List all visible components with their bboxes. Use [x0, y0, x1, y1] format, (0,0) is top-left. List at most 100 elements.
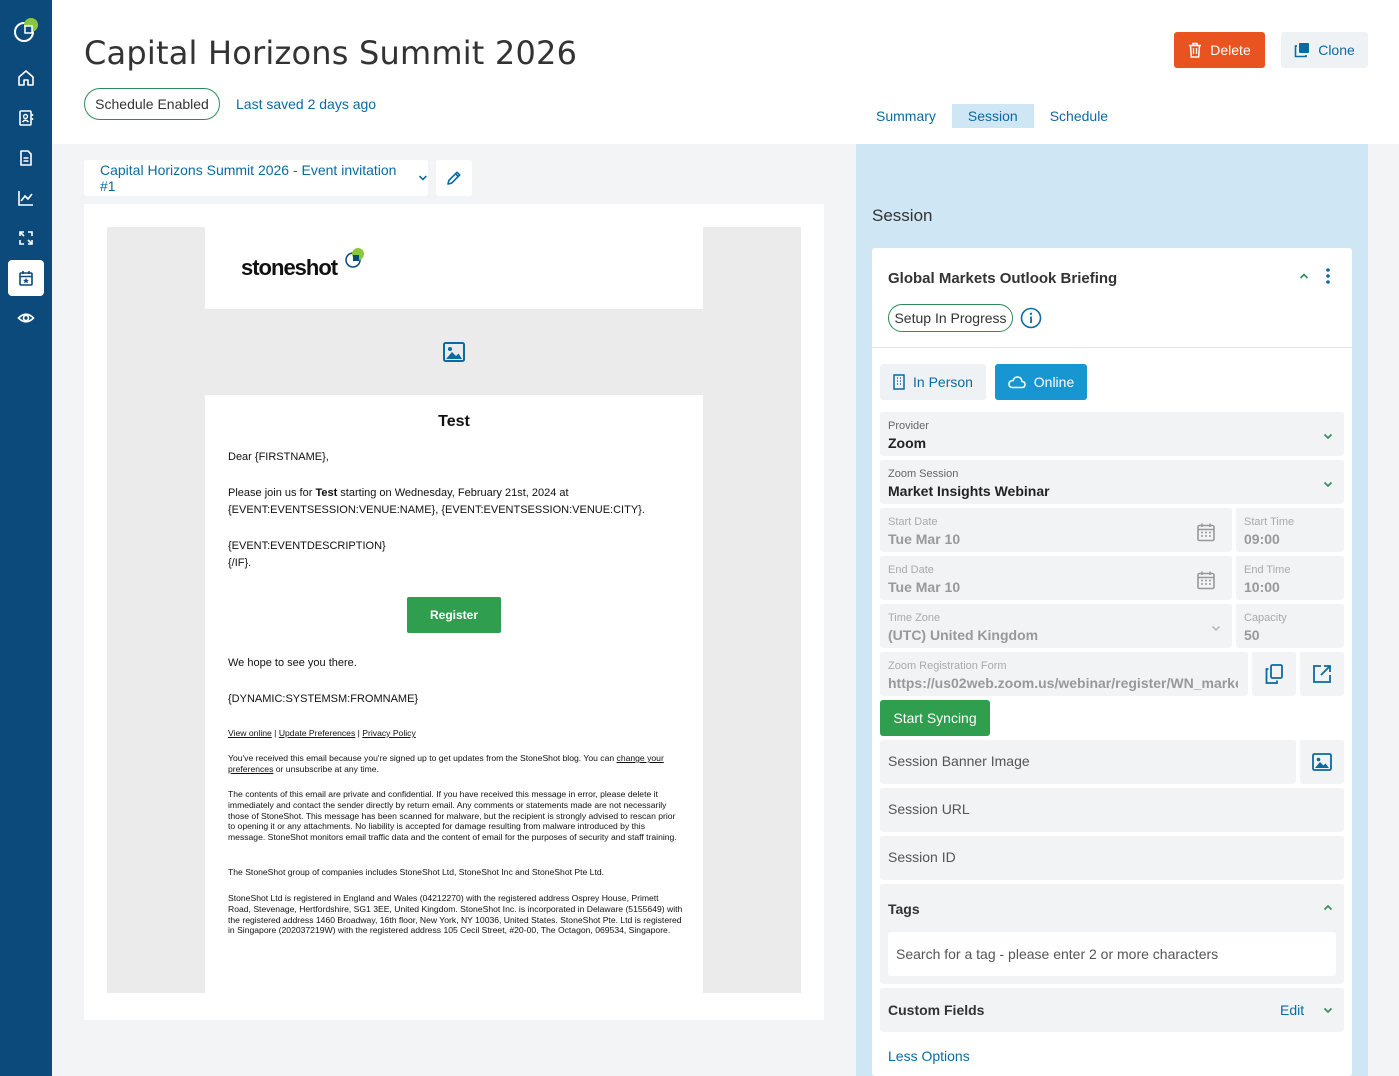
email-desc-line2: {/IF}.	[228, 557, 252, 569]
session-id-field[interactable]: Session ID	[880, 836, 1344, 880]
footer1-b: or unsubscribe at any time.	[273, 763, 379, 774]
template-dropdown[interactable]: Capital Horizons Summit 2026 - Event inv…	[84, 160, 428, 196]
chevron-down-icon	[1323, 481, 1333, 488]
analytics-icon	[18, 191, 33, 206]
email-title: Test	[438, 413, 470, 430]
start-time-label: Start Time	[1244, 516, 1295, 528]
chevron-up-icon[interactable]	[1322, 902, 1334, 914]
less-options-link[interactable]: Less Options	[888, 1048, 970, 1064]
email-intro: Please join us for Test starting on Wedn…	[228, 485, 688, 519]
zoom-session-select[interactable]: Zoom Session Market Insights Webinar	[880, 460, 1344, 504]
sidebar	[0, 0, 52, 1076]
provider-select[interactable]: Provider Zoom	[880, 412, 1344, 456]
update-preferences-link[interactable]: Update Preferences	[279, 728, 355, 738]
timezone-label: Time Zone	[888, 612, 941, 624]
email-logo-text: stoneshot	[241, 255, 338, 280]
email-greeting: Dear {FIRSTNAME},	[228, 451, 329, 463]
tab-session[interactable]: Session	[951, 104, 1034, 128]
email-intro-bold: Test	[315, 487, 338, 499]
capacity-value: 50	[1244, 627, 1260, 643]
session-name: Global Markets Outlook Briefing	[888, 270, 1118, 287]
session-panel-title: Session	[872, 206, 933, 225]
home-icon	[18, 70, 34, 86]
page-title: Capital Horizons Summit 2026	[84, 34, 578, 72]
mode-online-button[interactable]: Online	[995, 364, 1087, 400]
more-options-icon[interactable]	[1318, 266, 1338, 286]
session-banner-placeholder: Session Banner Image	[888, 753, 1030, 769]
email-body: stoneshot Test Dear {FIRSTNAME}, Please …	[205, 227, 703, 993]
stoneshot-logo-icon	[345, 248, 364, 268]
app-logo-icon[interactable]	[12, 16, 40, 44]
session-id-placeholder: Session ID	[888, 849, 956, 865]
tab-schedule[interactable]: Schedule	[1034, 104, 1124, 128]
privacy-policy-link[interactable]: Privacy Policy	[362, 728, 415, 738]
registration-form-value: https://us02web.zoom.us/webinar/register…	[888, 675, 1238, 691]
copy-link-button[interactable]	[1252, 652, 1296, 696]
info-icon[interactable]	[1020, 307, 1042, 329]
sidebar-item-analytics[interactable]	[8, 180, 44, 216]
collapse-chevron-icon[interactable]	[1296, 268, 1312, 284]
page-header: Capital Horizons Summit 2026 Schedule En…	[52, 0, 1399, 144]
custom-fields-edit-link[interactable]: Edit	[1280, 1002, 1304, 1018]
email-preview-background: stoneshot Test Dear {FIRSTNAME}, Please …	[107, 227, 801, 993]
clone-button[interactable]: Clone	[1281, 32, 1368, 68]
timezone-select[interactable]: Time Zone (UTC) United Kingdom	[880, 604, 1232, 648]
end-date-value: Tue Mar 10	[888, 579, 961, 595]
choose-image-button[interactable]	[1300, 740, 1344, 784]
email-closing: We hope to see you there.	[228, 657, 357, 669]
end-time-label: End Time	[1244, 564, 1291, 576]
sidebar-item-preview[interactable]	[8, 300, 44, 336]
capacity-field[interactable]: Capacity 50	[1236, 604, 1344, 648]
session-panel: Session Global Markets Outlook Briefing …	[856, 144, 1368, 1076]
tab-bar: Summary Session Schedule	[860, 104, 1124, 128]
sidebar-item-events[interactable]	[8, 260, 44, 296]
zoom-session-label: Zoom Session	[888, 468, 959, 480]
edit-template-button[interactable]	[436, 160, 472, 196]
zoom-registration-form-field[interactable]: Zoom Registration Form https://us02web.z…	[880, 652, 1248, 696]
image-icon	[443, 342, 465, 362]
view-online-link[interactable]: View online	[228, 728, 272, 738]
email-banner-placeholder	[205, 309, 703, 395]
zoom-session-value: Market Insights Webinar	[888, 483, 1050, 499]
delete-button[interactable]: Delete	[1174, 32, 1265, 68]
session-banner-image-field[interactable]: Session Banner Image	[880, 740, 1296, 784]
end-time-field[interactable]: End Time 10:00	[1236, 556, 1344, 600]
start-time-field[interactable]: Start Time 09:00	[1236, 508, 1344, 552]
start-date-value: Tue Mar 10	[888, 531, 961, 547]
end-time-value: 10:00	[1244, 579, 1280, 595]
email-intro-line2: {EVENT:EVENTSESSION:VENUE:NAME}, {EVENT:…	[228, 504, 645, 516]
custom-fields-section: Custom Fields	[880, 988, 1344, 1032]
sidebar-item-sync[interactable]	[8, 220, 44, 256]
document-icon	[20, 150, 32, 166]
provider-label: Provider	[888, 420, 929, 432]
email-footer-links: View online | Update Preferences | Priva…	[228, 728, 416, 738]
email-signature: {DYNAMIC:SYSTEMSM:FROMNAME}	[228, 693, 419, 705]
provider-value: Zoom	[888, 435, 927, 451]
start-date-field[interactable]: Start Date Tue Mar 10	[880, 508, 1232, 552]
sidebar-item-contacts[interactable]	[8, 100, 44, 136]
last-saved-link[interactable]: Last saved 2 days ago	[236, 96, 376, 112]
template-selected-label: Capital Horizons Summit 2026 - Event inv…	[100, 162, 397, 194]
chevron-down-icon[interactable]	[1322, 1004, 1334, 1016]
email-footer-confidential: The contents of this email are private a…	[228, 789, 677, 843]
sidebar-item-documents[interactable]	[8, 140, 44, 176]
start-time-value: 09:00	[1244, 531, 1280, 547]
open-link-button[interactable]	[1300, 652, 1344, 696]
start-syncing-button[interactable]: Start Syncing	[880, 700, 990, 736]
email-footer-registration: StoneShot Ltd is registered in England a…	[228, 893, 683, 936]
end-date-field[interactable]: End Date Tue Mar 10	[880, 556, 1232, 600]
schedule-status-badge: Schedule Enabled	[84, 88, 220, 120]
end-date-label: End Date	[888, 564, 934, 576]
session-url-field[interactable]: Session URL	[880, 788, 1344, 832]
tag-search-input[interactable]: Search for a tag - please enter 2 or mor…	[888, 932, 1336, 976]
email-register-button[interactable]: Register	[407, 597, 501, 633]
tab-summary[interactable]: Summary	[860, 104, 952, 128]
email-footer-subscription: You've received this email because you'r…	[228, 753, 683, 775]
sidebar-item-home[interactable]	[8, 60, 44, 96]
calendar-icon	[19, 271, 33, 286]
email-intro-prefix: Please join us for	[228, 487, 316, 499]
chevron-down-icon	[1211, 625, 1221, 632]
building-icon	[893, 374, 905, 390]
trash-icon	[1189, 42, 1202, 58]
mode-in-person-button[interactable]: In Person	[880, 364, 986, 400]
